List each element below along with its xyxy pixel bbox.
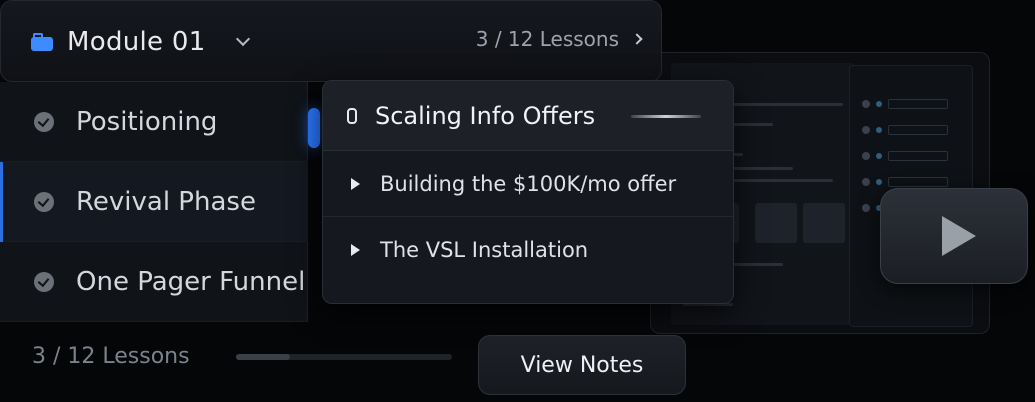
lesson-item-revival-phase[interactable]: Revival Phase xyxy=(0,162,308,242)
popup-item-building-offer[interactable]: Building the $100K/mo offer xyxy=(323,151,733,217)
chevron-right-icon xyxy=(631,33,643,45)
module-dropdown[interactable]: Module 01 xyxy=(1,1,309,83)
module-header: Module 01 3 / 12 Lessons xyxy=(0,0,662,82)
check-circle-icon xyxy=(34,271,54,292)
play-small-icon xyxy=(351,177,360,190)
chevron-down-icon xyxy=(235,31,250,47)
footer-lessons-count: 3 / 12 Lessons xyxy=(32,344,190,369)
lessons-link[interactable]: 3 / 12 Lessons xyxy=(475,27,643,51)
popup-item-label: The VSL Installation xyxy=(380,238,589,262)
popup-item-label: Building the $100K/mo offer xyxy=(380,171,677,196)
lessons-count: 3 / 12 Lessons xyxy=(475,27,619,51)
module-title: Module 01 xyxy=(67,27,206,57)
check-circle-icon xyxy=(34,191,54,212)
lesson-label: One Pager Funnel xyxy=(76,266,306,297)
popup-header[interactable]: Scaling Info Offers xyxy=(323,81,733,151)
lesson-list: Positioning Revival Phase One Pager Funn… xyxy=(0,82,308,322)
folder-icon xyxy=(31,33,53,51)
check-circle-icon xyxy=(34,111,54,132)
lesson-label: Positioning xyxy=(76,106,218,137)
lock-icon xyxy=(347,107,357,124)
popup-title: Scaling Info Offers xyxy=(375,101,596,130)
lesson-label: Revival Phase xyxy=(76,186,256,217)
drag-handle[interactable] xyxy=(308,108,320,148)
lesson-item-positioning[interactable]: Positioning xyxy=(0,82,308,162)
popup-progress-bar xyxy=(631,115,701,118)
popup-item-vsl-installation[interactable]: The VSL Installation xyxy=(323,217,733,283)
play-icon xyxy=(942,216,976,256)
play-button[interactable] xyxy=(880,188,1028,284)
lesson-popup: Scaling Info Offers Building the $100K/m… xyxy=(322,80,734,304)
footer-progress-bar xyxy=(236,354,452,360)
lesson-item-one-pager-funnel[interactable]: One Pager Funnel xyxy=(0,242,308,322)
play-small-icon xyxy=(351,244,360,256)
view-notes-button[interactable]: View Notes xyxy=(478,335,686,395)
